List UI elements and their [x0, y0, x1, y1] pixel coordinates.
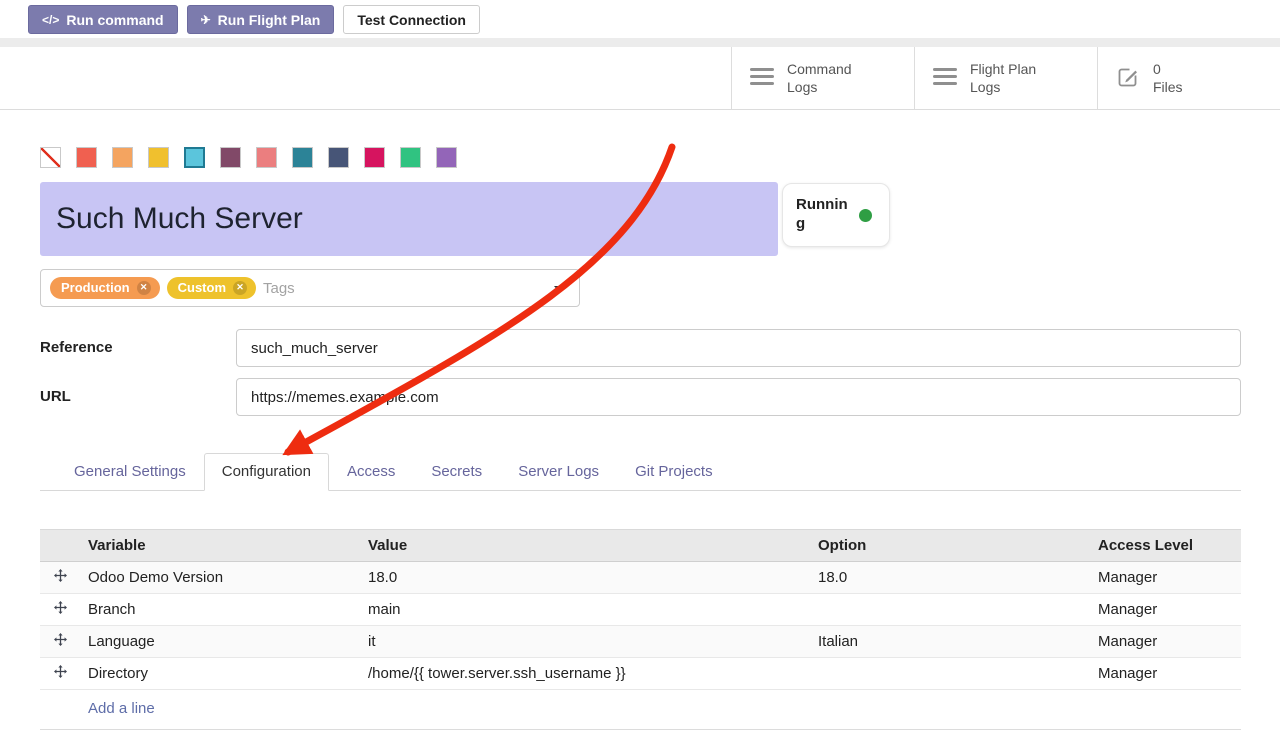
tab-server-logs[interactable]: Server Logs	[500, 453, 617, 491]
color-swatch-magenta[interactable]	[364, 147, 385, 168]
cell-access-level[interactable]: Manager	[1090, 626, 1241, 658]
divider-strip	[0, 38, 1280, 47]
color-swatch-green[interactable]	[400, 147, 421, 168]
cell-value[interactable]: main	[360, 594, 810, 626]
table-row[interactable]: Directory /home/{{ tower.server.ssh_user…	[40, 658, 1241, 690]
color-swatch-orange[interactable]	[112, 147, 133, 168]
cell-variable[interactable]: Directory	[80, 658, 360, 690]
url-row: URL	[40, 378, 1241, 416]
add-line-link[interactable]: Add a line	[88, 700, 155, 717]
color-swatch-yellow[interactable]	[148, 147, 169, 168]
run-command-label: Run command	[66, 12, 163, 28]
header-value: Value	[360, 530, 810, 562]
tab-configuration[interactable]: Configuration	[204, 453, 329, 491]
run-command-button[interactable]: </> Run command	[28, 5, 178, 34]
tab-access[interactable]: Access	[329, 453, 413, 491]
command-logs-label: Command Logs	[787, 60, 852, 96]
color-swatch-navy[interactable]	[328, 147, 349, 168]
table-row[interactable]: Language it Italian Manager	[40, 626, 1241, 658]
tags-input[interactable]: Production ✕ Custom ✕ Tags	[40, 269, 580, 307]
flight-plan-logs-button[interactable]: Flight Plan Logs	[914, 47, 1097, 109]
remove-tag-icon[interactable]: ✕	[137, 281, 151, 295]
color-swatch-red[interactable]	[76, 147, 97, 168]
server-name-input[interactable]	[40, 182, 778, 256]
status-dot-icon	[859, 209, 872, 222]
tag-custom: Custom ✕	[167, 277, 256, 299]
variables-table: Variable Value Option Access Level Odoo …	[40, 529, 1241, 730]
action-toolbar: </> Run command ✈ Run Flight Plan Test C…	[0, 0, 1280, 34]
url-input[interactable]	[236, 378, 1241, 416]
command-logs-button[interactable]: Command Logs	[731, 47, 914, 109]
header-handle	[40, 530, 80, 562]
files-button[interactable]: 0 Files	[1097, 47, 1280, 109]
code-icon: </>	[42, 13, 59, 27]
cell-value[interactable]: /home/{{ tower.server.ssh_username }}	[360, 658, 810, 690]
cell-value[interactable]: it	[360, 626, 810, 658]
tag-production: Production ✕	[50, 277, 160, 299]
move-icon[interactable]	[54, 665, 67, 678]
status-label: Running	[796, 196, 850, 234]
title-row: Running	[40, 182, 1241, 256]
cell-option[interactable]	[810, 594, 1090, 626]
run-flight-plan-button[interactable]: ✈ Run Flight Plan	[187, 5, 335, 34]
form-view: Running Production ✕ Custom ✕ Tags Refer…	[0, 147, 1280, 730]
status-indicator[interactable]: Running	[782, 183, 890, 247]
table-row[interactable]: Odoo Demo Version 18.0 18.0 Manager	[40, 562, 1241, 594]
cell-access-level[interactable]: Manager	[1090, 562, 1241, 594]
tag-label: Production	[61, 280, 130, 295]
table-header-row: Variable Value Option Access Level	[40, 530, 1241, 562]
cell-variable[interactable]: Odoo Demo Version	[80, 562, 360, 594]
record-header: Command Logs Flight Plan Logs 0 Files	[0, 47, 1280, 110]
add-line-row: Add a line	[40, 690, 1241, 730]
caret-down-icon[interactable]	[554, 286, 564, 292]
remove-tag-icon[interactable]: ✕	[233, 281, 247, 295]
header-option: Option	[810, 530, 1090, 562]
cell-option[interactable]: 18.0	[810, 562, 1090, 594]
test-connection-label: Test Connection	[357, 12, 466, 28]
table-row[interactable]: Branch main Manager	[40, 594, 1241, 626]
menu-icon	[750, 68, 774, 88]
url-label: URL	[40, 378, 236, 416]
cell-option[interactable]: Italian	[810, 626, 1090, 658]
tab-secrets[interactable]: Secrets	[413, 453, 500, 491]
color-swatch-salmon[interactable]	[256, 147, 277, 168]
tag-label: Custom	[178, 280, 226, 295]
move-icon[interactable]	[54, 569, 67, 582]
color-swatch-dark-purple[interactable]	[220, 147, 241, 168]
reference-row: Reference	[40, 329, 1241, 367]
cell-access-level[interactable]: Manager	[1090, 594, 1241, 626]
files-label: 0 Files	[1153, 60, 1183, 96]
reference-input[interactable]	[236, 329, 1241, 367]
move-icon[interactable]	[54, 633, 67, 646]
cell-access-level[interactable]: Manager	[1090, 658, 1241, 690]
header-access-level: Access Level	[1090, 530, 1241, 562]
cell-value[interactable]: 18.0	[360, 562, 810, 594]
menu-icon	[933, 68, 957, 88]
color-palette	[40, 147, 1241, 168]
tab-git-projects[interactable]: Git Projects	[617, 453, 731, 491]
reference-label: Reference	[40, 329, 236, 367]
flight-plan-logs-label: Flight Plan Logs	[970, 60, 1036, 96]
tab-bar: General Settings Configuration Access Se…	[40, 453, 1241, 491]
plane-icon: ✈	[201, 13, 211, 27]
run-flight-plan-label: Run Flight Plan	[218, 12, 321, 28]
tab-general-settings[interactable]: General Settings	[56, 453, 204, 491]
edit-icon	[1116, 65, 1140, 92]
cell-variable[interactable]: Branch	[80, 594, 360, 626]
header-variable: Variable	[80, 530, 360, 562]
tags-placeholder: Tags	[263, 280, 295, 297]
color-swatch-cyan-selected[interactable]	[184, 147, 205, 168]
test-connection-button[interactable]: Test Connection	[343, 5, 480, 34]
cell-variable[interactable]: Language	[80, 626, 360, 658]
color-swatch-teal[interactable]	[292, 147, 313, 168]
move-icon[interactable]	[54, 601, 67, 614]
color-swatch-purple[interactable]	[436, 147, 457, 168]
color-swatch-none[interactable]	[40, 147, 61, 168]
cell-option[interactable]	[810, 658, 1090, 690]
